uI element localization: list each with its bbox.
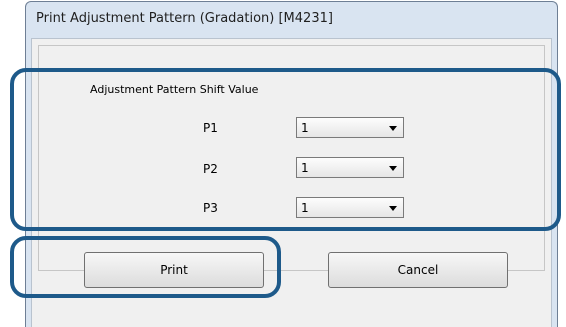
- shift-value-label: Adjustment Pattern Shift Value: [90, 83, 259, 96]
- settings-group-box: [38, 45, 545, 271]
- p1-label: P1: [203, 121, 218, 135]
- cancel-button[interactable]: Cancel: [328, 252, 508, 288]
- chevron-down-icon: [389, 166, 397, 171]
- p2-dropdown-value: 1: [301, 161, 309, 175]
- title-bar[interactable]: Print Adjustment Pattern (Gradation) [M4…: [26, 2, 557, 38]
- p3-dropdown[interactable]: 1: [296, 197, 404, 218]
- screenshot: Print Adjustment Pattern (Gradation) [M4…: [0, 0, 566, 327]
- chevron-down-icon: [389, 126, 397, 131]
- p1-dropdown-value: 1: [301, 121, 309, 135]
- p1-dropdown[interactable]: 1: [296, 117, 404, 138]
- p2-label: P2: [203, 162, 218, 176]
- window-title: Print Adjustment Pattern (Gradation) [M4…: [36, 11, 333, 26]
- chevron-down-icon: [389, 206, 397, 211]
- p2-dropdown[interactable]: 1: [296, 157, 404, 178]
- p3-label: P3: [203, 201, 218, 215]
- p3-dropdown-value: 1: [301, 201, 309, 215]
- print-button[interactable]: Print: [84, 252, 264, 288]
